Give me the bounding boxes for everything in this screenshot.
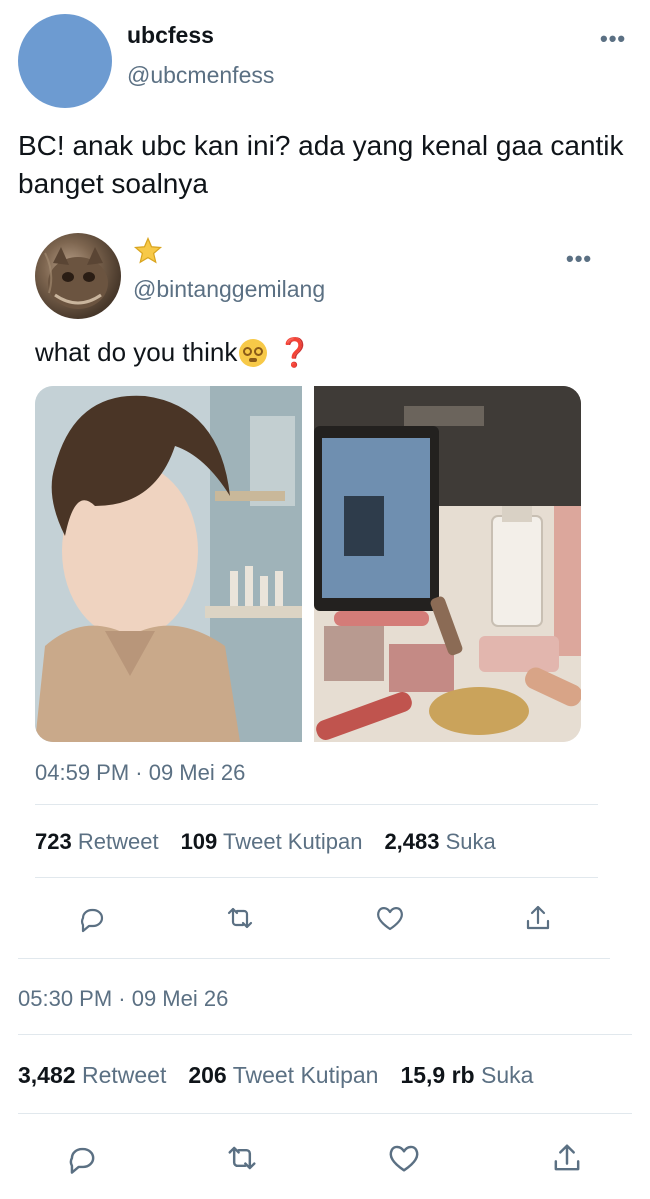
quoted-like-count[interactable]: 2,483 Suka [384,829,495,855]
divider [35,877,598,878]
retweet-icon[interactable] [223,1139,261,1177]
retweet-count[interactable]: 3,482 Retweet [18,1062,166,1089]
tweet-timestamp[interactable]: 05:30 PM · 09 Mei 26 [18,986,228,1012]
quoted-quote-count[interactable]: 109 Tweet Kutipan [181,829,363,855]
user-handle[interactable]: @ubcmenfess [127,62,274,89]
like-icon[interactable] [373,901,407,935]
more-options-icon[interactable]: ••• [600,28,626,50]
divider [18,958,610,959]
divider [35,804,598,805]
quoted-engagement-stats: 723 Retweet 109 Tweet Kutipan 2,483 Suka [35,829,496,855]
selfie-photo[interactable] [35,386,302,742]
display-name[interactable]: ubcfess [127,22,214,49]
reply-icon[interactable] [75,901,109,935]
engagement-stats: 3,482 Retweet 206 Tweet Kutipan 15,9 rb … [18,1062,533,1089]
quoted-tweet-text: what do you think ❓ [35,336,312,369]
makeup-flatlay-photo[interactable] [314,386,581,742]
retweet-icon[interactable] [223,901,257,935]
quoted-retweet-count[interactable]: 723 Retweet [35,829,159,855]
tweet-text: BC! anak ubc kan ini? ada yang kenal gaa… [18,130,624,199]
action-bar [18,1125,632,1189]
quoted-action-bar [35,890,598,946]
avatar[interactable] [18,14,112,108]
star-icon [133,236,163,264]
share-icon[interactable] [548,1139,586,1177]
like-icon[interactable] [385,1139,423,1177]
quote-count[interactable]: 206 Tweet Kutipan [188,1062,378,1089]
quoted-more-options-icon[interactable]: ••• [566,248,592,270]
divider [18,1113,632,1114]
quoted-avatar[interactable] [35,233,121,319]
question-mark-emoji-icon: ❓ [277,337,313,368]
quoted-user-handle[interactable]: @bintanggemilang [133,276,325,303]
quoted-timestamp[interactable]: 04:59 PM · 09 Mei 26 [35,760,245,786]
divider [18,1034,632,1035]
dizzy-face-emoji-icon [239,338,268,367]
quoted-text-content: what do you think [35,337,238,367]
like-count[interactable]: 15,9 rb Suka [400,1062,533,1089]
reply-icon[interactable] [63,1139,101,1177]
share-icon[interactable] [521,901,555,935]
